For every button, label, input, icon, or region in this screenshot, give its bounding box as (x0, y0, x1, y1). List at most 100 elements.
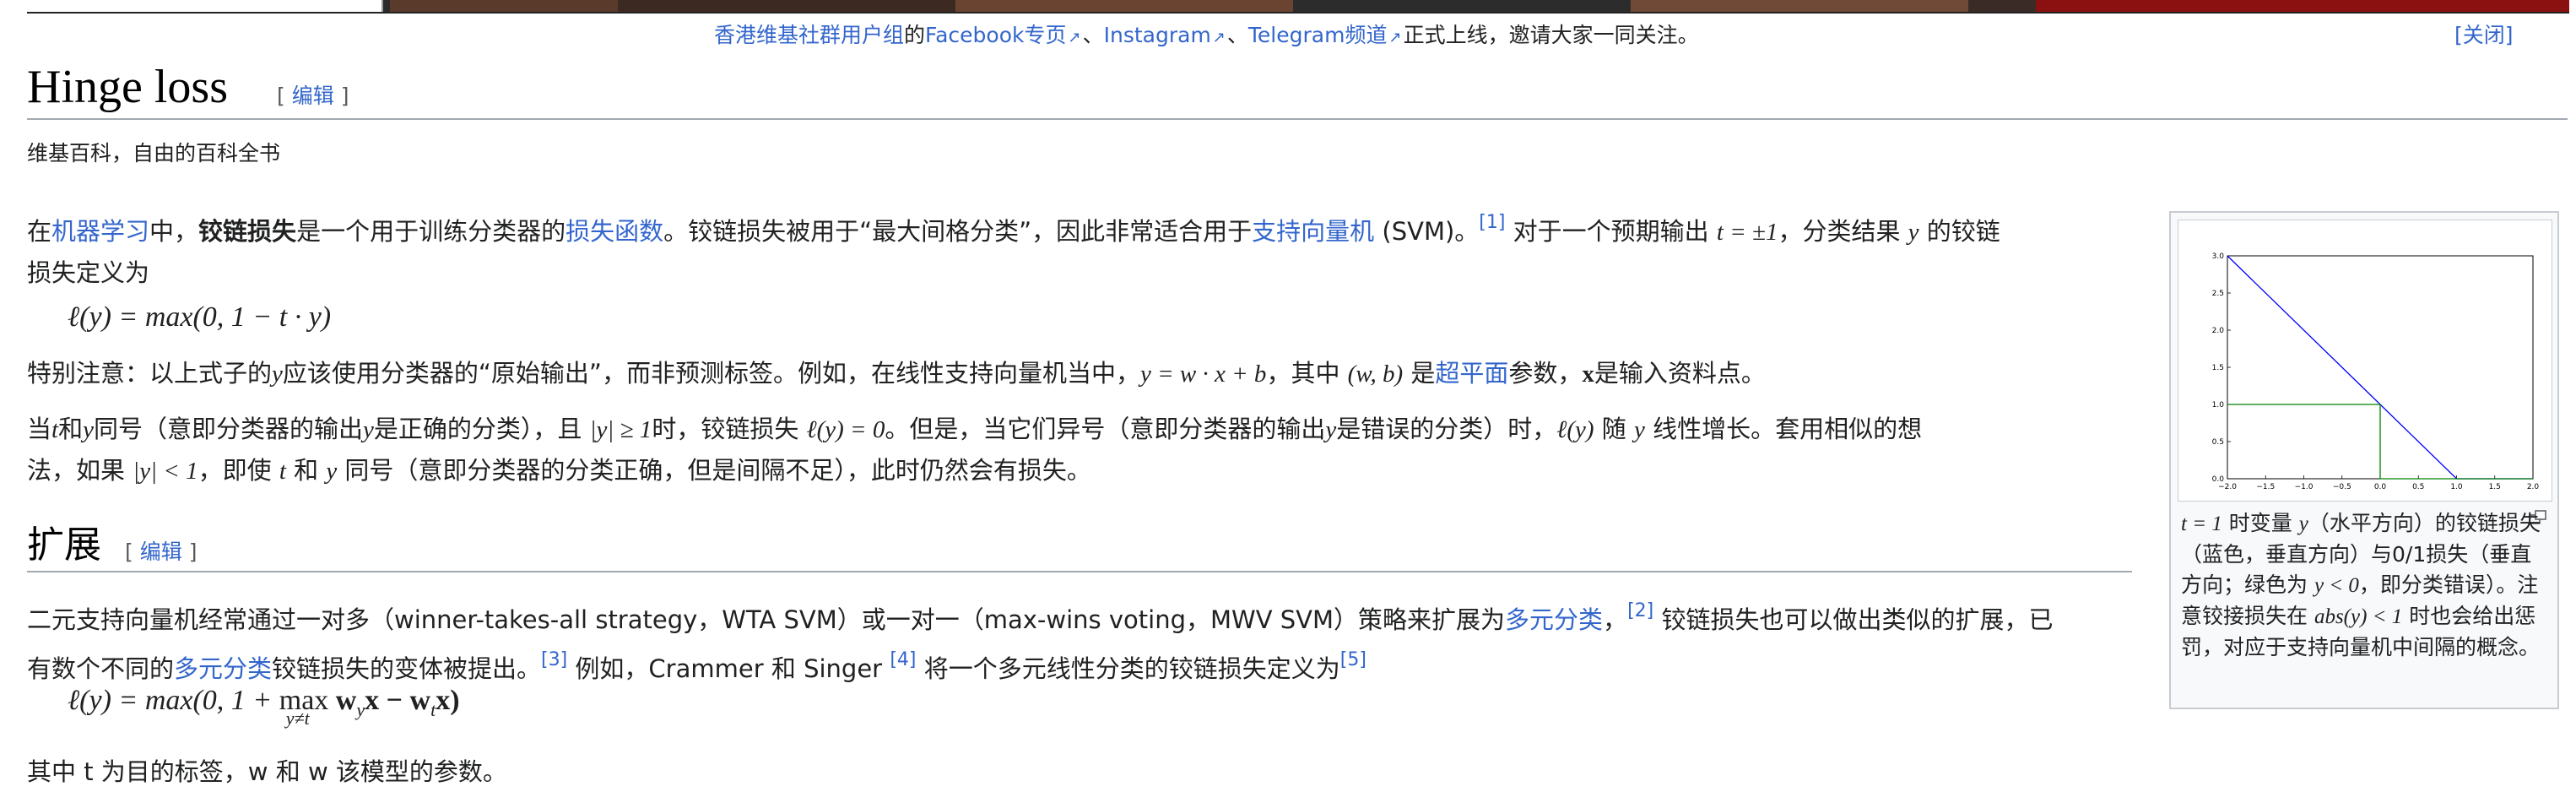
text: 是正确的分类），且 (373, 415, 590, 443)
text: 时，铰链损失 (652, 415, 807, 443)
text: 在 (27, 217, 52, 246)
paragraph-sign-behavior: 当t和y同号（意即分类器的输出y是正确的分类），且 |y| ≥ 1时，铰链损失 … (27, 409, 2120, 491)
edit-section-link[interactable]: 编辑 (140, 540, 182, 564)
text: 和 (285, 456, 327, 485)
math-y: y (272, 361, 283, 388)
x-tick-label: 0.0 (2374, 483, 2387, 491)
link-multiclass[interactable]: 多元分类 (1505, 605, 1603, 634)
site-notice: 香港维基社群用户组的Facebook专页 ↗、Instagram ↗、Telegra… (0, 20, 2576, 51)
caption-math: t = 1 (2181, 513, 2222, 535)
text: 损失定义为 (27, 258, 150, 287)
math-loss-zero: ℓ(y) = 0 (806, 416, 885, 443)
equation-hinge-loss: ℓ(y) = max(0, 1 − t · y) (68, 301, 332, 333)
cutoff-paragraph: 其中 t 为目的标签，w 和 w 该模型的参数。 (27, 757, 507, 786)
text: 有数个不同的 (27, 654, 175, 683)
text: 同号（意即分类器的分类正确，但是间隔不足），此时仍然会有损失。 (337, 456, 1091, 485)
math-loss: ℓ(y) (1556, 416, 1594, 443)
reference-5[interactable]: [5] (1340, 649, 1366, 670)
math-y: y (1908, 219, 1919, 246)
link-multiclass-2[interactable]: 多元分类 (174, 654, 272, 683)
link-loss-function[interactable]: 损失函数 (566, 217, 663, 246)
notice-close-button[interactable]: [关闭] (2454, 20, 2514, 51)
reference-4[interactable]: [4] (890, 649, 916, 670)
math-t: t (279, 458, 286, 485)
hinge-loss-plot[interactable]: −2.0 −1.5 −1.0 −0.5 0.0 0.5 1.0 1.5 2.0 0.0 0.5 1.0… (2178, 220, 2552, 502)
text: 将一个多元线性分类的铰链损失定义为 (916, 654, 1340, 683)
site-tagline: 维基百科，自由的百科全书 (27, 141, 281, 165)
caption-math: y (2298, 513, 2308, 535)
x-tick-label: −2.0 (2218, 483, 2237, 491)
figure-thumbnail: −2.0 −1.5 −1.0 −0.5 0.0 0.5 1.0 1.5 2.0 0.0 0.5 1.0… (2169, 211, 2559, 709)
text: 和 (58, 415, 84, 443)
eq-subscript: y (356, 698, 365, 720)
edit-bracket: ] (340, 84, 349, 108)
title-edit-section: [ 编辑 ] (277, 79, 349, 110)
y-tick-label: 0.0 (2212, 475, 2225, 484)
text: 特别注意：以上式子的 (27, 359, 273, 388)
page-heading: Hinge loss [ 编辑 ] (27, 56, 2568, 120)
external-link-icon: ↗ (1388, 29, 1402, 46)
text: 法，如果 (27, 456, 133, 485)
section-edit: [ 编辑 ] (125, 535, 197, 566)
text: 随 (1594, 415, 1634, 443)
notice-link-facebook[interactable]: Facebook专页 (925, 23, 1066, 47)
paragraph-raw-output: 特别注意：以上式子的y应该使用分类器的“原始输出”，而非预测标签。例如，在线性支… (27, 353, 2120, 394)
link-machine-learning[interactable]: 机器学习 (51, 217, 149, 246)
page-title: Hinge loss (27, 61, 228, 113)
x-tick-label: −0.5 (2333, 483, 2351, 491)
math-y: y (1633, 416, 1645, 443)
math-y: y (362, 416, 374, 443)
text: 是一个用于训练分类器的 (296, 217, 566, 246)
notice-sep: 、 (1082, 23, 1104, 47)
banner-image-strip (27, 0, 2569, 14)
edit-bracket: [ (277, 84, 285, 108)
link-svm[interactable]: 支持向量机 (1252, 217, 1374, 246)
eq-max-operator: max y≠t (279, 681, 329, 728)
external-link-icon: ↗ (1068, 29, 1081, 46)
notice-text-1: 的 (904, 23, 926, 47)
text: 对于一个预期输出 (1505, 217, 1717, 246)
plot-svg: −2.0 −1.5 −1.0 −0.5 0.0 0.5 1.0 1.5 2.0 0.0 0.5 1.0… (2212, 252, 2540, 491)
text: 同号（意即分类器的输出 (93, 415, 363, 443)
text: 。铰链损失被用于“最大间格分类”，因此非常适合用于 (663, 217, 1253, 246)
notice-link-usergroup[interactable]: 香港维基社群用户组 (714, 23, 904, 47)
text: 的铰链 (1918, 217, 2000, 246)
math-params: (w, b) (1347, 361, 1404, 388)
math-linear-output: y = w · x + b (1139, 361, 1267, 388)
notice-link-instagram[interactable]: Instagram (1104, 23, 1211, 47)
reference-1[interactable]: [1] (1479, 212, 1505, 233)
link-hyperplane[interactable]: 超平面 (1435, 359, 1508, 388)
x-tick-label: 1.5 (2489, 483, 2501, 491)
text: ，其中 (1266, 359, 1348, 388)
math-t: t (51, 416, 59, 443)
section-title: 扩展 (27, 524, 101, 566)
paragraph-multiclass: 二元支持向量机经常通过一对多（winner-takes-all strategy… (27, 591, 2120, 689)
notice-suffix: 正式上线，邀请大家一同关注。 (1403, 23, 1699, 47)
section-heading-extension: 扩展 [ 编辑 ] (27, 517, 2132, 572)
math-abs-y: |y| ≥ 1 (589, 416, 652, 443)
notice-link-telegram[interactable]: Telegram频道 (1248, 23, 1388, 47)
x-tick-label: −1.0 (2295, 483, 2314, 491)
term-bold: 铰链损失 (198, 217, 297, 246)
eq-part: w (328, 685, 357, 716)
reference-2[interactable]: [2] (1627, 600, 1653, 621)
notice-sep: 、 (1226, 23, 1248, 47)
math-y: y (326, 458, 338, 485)
math-x: x (1582, 361, 1594, 388)
edit-bracket: ] (188, 540, 198, 564)
text: 。但是，当它们异号（意即分类器的输出 (885, 415, 1326, 443)
x-tick-label: 1.0 (2450, 483, 2463, 491)
y-tick-label: 1.5 (2212, 364, 2224, 372)
text: ，分类结果 (1778, 217, 1908, 246)
text: ，即使 (198, 456, 279, 485)
math-t: t = ±1 (1716, 219, 1778, 246)
text: 当 (27, 415, 52, 443)
y-tick-label: 2.0 (2212, 327, 2225, 335)
external-link-icon: ↗ (1212, 29, 1226, 46)
reference-3[interactable]: [3] (541, 649, 567, 670)
eq-max-subscript: y≠t (285, 708, 310, 729)
x-tick-label: 2.0 (2527, 483, 2540, 491)
eq-part: x) (436, 685, 460, 716)
edit-title-link[interactable]: 编辑 (292, 84, 334, 108)
caption-math: y < 0 (2314, 574, 2359, 597)
